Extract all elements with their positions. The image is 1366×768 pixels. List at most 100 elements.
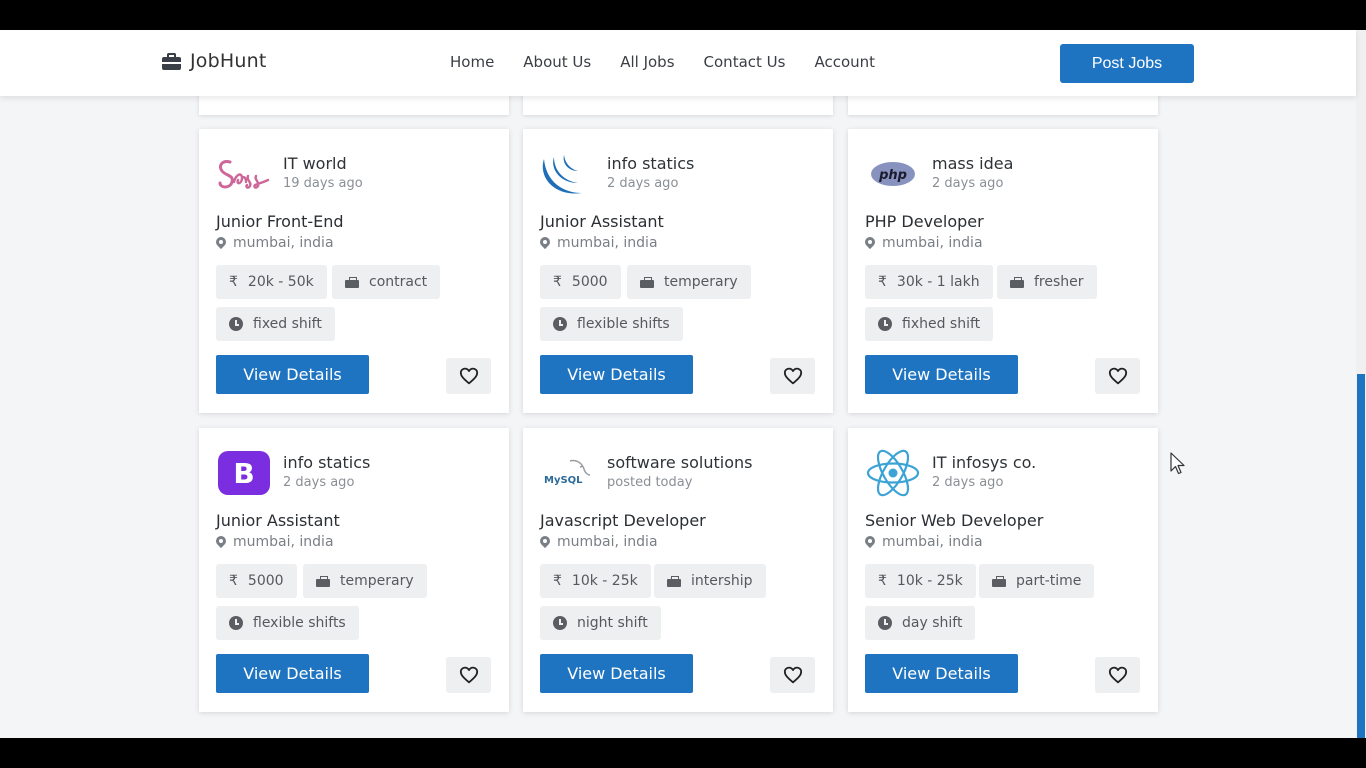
view-details-button[interactable]: View Details (216, 654, 369, 693)
location: mumbai, india (865, 235, 983, 251)
scrollbar-thumb[interactable] (1357, 374, 1365, 738)
favorite-button[interactable] (770, 657, 815, 693)
briefcase-icon (640, 276, 654, 288)
view-details-button[interactable]: View Details (216, 355, 369, 394)
brand[interactable]: JobHunt (162, 50, 267, 72)
shift-tag: flexible shifts (216, 606, 359, 640)
briefcase-icon (667, 575, 681, 587)
job-card: B info statics 2 days ago Junior Assista… (199, 428, 509, 712)
bootstrap-logo: B (216, 448, 272, 498)
location: mumbai, india (216, 235, 334, 251)
shift-text: fixed shift (253, 316, 322, 332)
location: mumbai, india (216, 534, 334, 550)
clock-icon (878, 317, 892, 331)
shift-text: flexible shifts (577, 316, 670, 332)
company-name: mass idea (932, 154, 1014, 173)
rupee-icon: ₹ (878, 573, 887, 589)
brand-name: JobHunt (190, 50, 267, 72)
posted-time: 2 days ago (932, 475, 1004, 490)
nav-link-about-us[interactable]: About Us (523, 53, 591, 71)
svg-text:MySQL: MySQL (544, 475, 583, 486)
posted-time: 19 days ago (283, 176, 363, 191)
navbar: JobHunt Home About Us All Jobs Contact U… (0, 30, 1356, 96)
rupee-icon: ₹ (553, 274, 562, 290)
salary-text: 5000 (247, 573, 284, 589)
scrollbar[interactable] (1356, 30, 1366, 738)
nav-link-account[interactable]: Account (814, 53, 875, 71)
job-card: IT infosys co. 2 days ago Senior Web Dev… (848, 428, 1158, 712)
job-type-tag: part-time (979, 564, 1095, 598)
location-pin-icon (865, 237, 875, 250)
nav-link-all-jobs[interactable]: All Jobs (620, 53, 674, 71)
clock-icon (553, 616, 567, 630)
location: mumbai, india (540, 235, 658, 251)
rupee-icon: ₹ (229, 573, 238, 589)
job-title: Junior Assistant (216, 511, 340, 530)
favorite-button[interactable] (446, 657, 491, 693)
favorite-button[interactable] (770, 358, 815, 394)
salary-text: 20k - 50k (247, 274, 314, 290)
view-details-button[interactable]: View Details (865, 355, 1018, 394)
shift-text: day shift (902, 615, 963, 631)
company-name: info statics (607, 154, 695, 173)
job-type-tag: intership (654, 564, 766, 598)
shift-tag: flexible shifts (540, 307, 683, 341)
heart-icon (1108, 367, 1127, 385)
salary-text: 10k - 25k (571, 573, 638, 589)
shift-text: flexible shifts (253, 615, 346, 631)
location-pin-icon (216, 237, 226, 250)
briefcase-icon (992, 575, 1006, 587)
svg-text:B: B (233, 457, 254, 490)
page-viewport: JobHunt Home About Us All Jobs Contact U… (0, 30, 1366, 738)
favorite-button[interactable] (446, 358, 491, 394)
jquery-logo (540, 149, 596, 199)
sass-logo (216, 149, 272, 199)
favorite-button[interactable] (1095, 358, 1140, 394)
location-text: mumbai, india (557, 235, 658, 251)
posted-time: 2 days ago (283, 475, 355, 490)
view-details-button[interactable]: View Details (540, 654, 693, 693)
company-name: IT world (283, 154, 347, 173)
location-pin-icon (540, 536, 550, 549)
salary-text: 5000 (571, 274, 608, 290)
job-type-tag: contract (332, 265, 441, 299)
job-card: info statics 2 days ago Junior Assistant… (523, 129, 833, 413)
nav-link-contact-us[interactable]: Contact Us (704, 53, 786, 71)
company-name: IT infosys co. (932, 453, 1037, 472)
clock-icon (878, 616, 892, 630)
briefcase-icon (345, 276, 359, 288)
job-card: MySQL software solutions posted today Ja… (523, 428, 833, 712)
job-type-text: part-time (1016, 573, 1082, 589)
rupee-icon: ₹ (878, 274, 887, 290)
salary-tag: ₹5000 (216, 564, 297, 598)
post-jobs-button[interactable]: Post Jobs (1060, 44, 1194, 83)
salary-tag: ₹10k - 25k (540, 564, 651, 598)
salary-tag: ₹30k - 1 lakh (865, 265, 993, 299)
heart-icon (1108, 666, 1127, 684)
nav-link-home[interactable]: Home (450, 53, 494, 71)
job-type-tag: fresher (997, 265, 1097, 299)
clock-icon (229, 317, 243, 331)
posted-time: 2 days ago (607, 176, 679, 191)
briefcase-icon (162, 52, 181, 70)
job-title: Senior Web Developer (865, 511, 1044, 530)
view-details-button[interactable]: View Details (865, 654, 1018, 693)
react-logo (865, 448, 921, 498)
job-type-text: temperary (664, 274, 738, 290)
heart-icon (459, 666, 478, 684)
job-card: IT world 19 days ago Junior Front-End mu… (199, 129, 509, 413)
company-name: info statics (283, 453, 371, 472)
shift-text: fixhed shift (902, 316, 981, 332)
job-title: PHP Developer (865, 212, 984, 231)
shift-tag: night shift (540, 606, 661, 640)
company-name: software solutions (607, 453, 753, 472)
svg-text:php: php (878, 168, 907, 183)
location-text: mumbai, india (233, 534, 334, 550)
location-text: mumbai, india (882, 534, 983, 550)
job-type-tag: temperary (627, 265, 751, 299)
posted-time: 2 days ago (932, 176, 1004, 191)
view-details-button[interactable]: View Details (540, 355, 693, 394)
favorite-button[interactable] (1095, 657, 1140, 693)
shift-text: night shift (577, 615, 648, 631)
mouse-cursor-icon (1170, 452, 1185, 475)
